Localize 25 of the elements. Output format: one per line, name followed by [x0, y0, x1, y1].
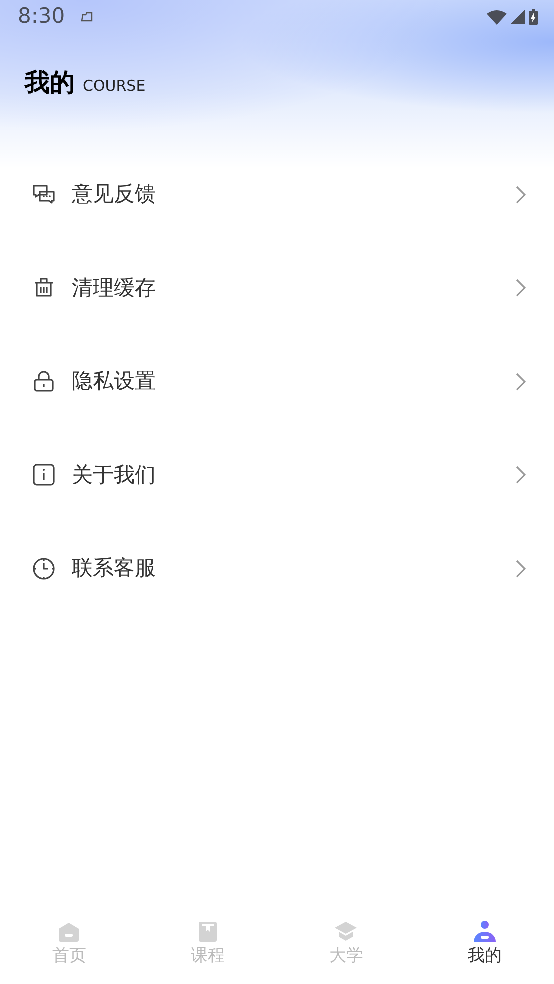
chevron-right-icon — [516, 560, 526, 578]
graduation-cap-icon — [334, 920, 358, 944]
menu-item[interactable]: 关于我们 — [0, 428, 554, 522]
page-subtitle: COURSE — [83, 76, 146, 97]
battery-icon — [529, 9, 538, 25]
chevron-right-icon — [516, 466, 526, 484]
menu-item[interactable]: 联系客服 — [0, 522, 554, 616]
info-icon — [32, 463, 56, 488]
chevron-right-icon — [516, 279, 526, 298]
lock-icon — [32, 370, 56, 394]
clock-icon — [32, 556, 56, 581]
page-title: 我的 — [25, 67, 75, 99]
wifi-icon — [487, 10, 507, 24]
person-icon — [472, 920, 497, 944]
status-time: 8:30 — [18, 3, 66, 30]
menu-item[interactable]: 清理缓存 — [0, 242, 554, 335]
tab[interactable]: 我的 — [416, 904, 554, 984]
menu-item[interactable]: 隐私设置 — [0, 335, 554, 428]
chevron-right-icon — [516, 186, 526, 204]
chat-icon — [32, 182, 56, 207]
notification-icon — [81, 11, 96, 23]
menu-item[interactable]: 意见反馈 — [0, 148, 554, 242]
home-icon — [57, 920, 82, 944]
chevron-right-icon — [516, 372, 526, 391]
signal-icon — [511, 10, 525, 24]
